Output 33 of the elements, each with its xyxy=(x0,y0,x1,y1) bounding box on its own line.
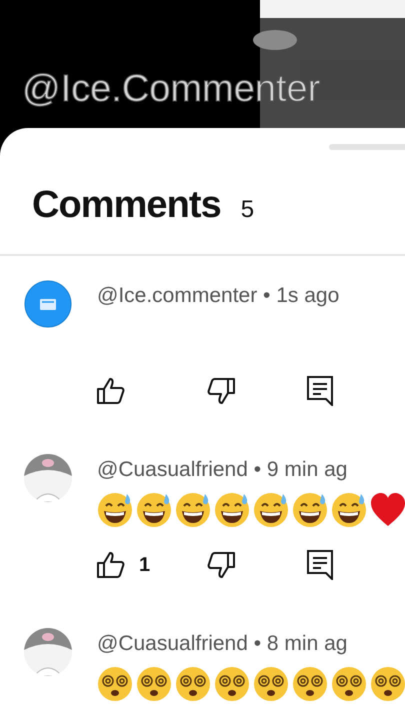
sweat-smile-face-icon xyxy=(253,492,289,528)
dizzy-face-icon xyxy=(292,666,328,702)
sweat-smile-face-icon xyxy=(136,492,172,528)
sweat-smile-face-icon xyxy=(175,492,211,528)
comments-title: Comments xyxy=(32,186,221,224)
comment-count: 5 xyxy=(240,198,254,222)
avatar[interactable] xyxy=(24,280,72,328)
thumbs-up-icon[interactable] xyxy=(97,552,125,578)
avatar[interactable] xyxy=(24,628,72,676)
comment-byline: @Ice.commenter • 1s ago xyxy=(97,283,340,309)
comment-byline: @Cuasualfriend • 8 min ag xyxy=(97,631,348,657)
thumbs-down-icon[interactable] xyxy=(207,552,235,578)
drag-handle[interactable] xyxy=(329,144,405,150)
like-count: 1 xyxy=(139,553,150,578)
video-caption: @Ice.Commenter xyxy=(22,70,320,108)
sweat-smile-face-icon xyxy=(97,492,133,528)
avatar[interactable] xyxy=(24,454,72,502)
dizzy-face-icon xyxy=(331,666,367,702)
reply-icon[interactable] xyxy=(307,376,333,406)
dizzy-face-icon xyxy=(214,666,250,702)
dizzy-face-icon xyxy=(97,666,133,702)
sweat-smile-face-icon xyxy=(331,492,367,528)
reply-icon[interactable] xyxy=(307,550,333,580)
thumbs-down-icon[interactable] xyxy=(207,378,235,404)
dizzy-face-icon xyxy=(370,666,405,702)
dizzy-face-icon xyxy=(253,666,289,702)
sweat-smile-face-icon xyxy=(214,492,250,528)
thumbs-up-icon[interactable] xyxy=(97,378,125,404)
sweat-smile-face-icon xyxy=(292,492,328,528)
dizzy-face-icon xyxy=(136,666,172,702)
comment-byline: @Cuasualfriend • 9 min ag xyxy=(97,457,348,483)
dizzy-face-icon xyxy=(175,666,211,702)
heart-icon xyxy=(370,492,405,528)
